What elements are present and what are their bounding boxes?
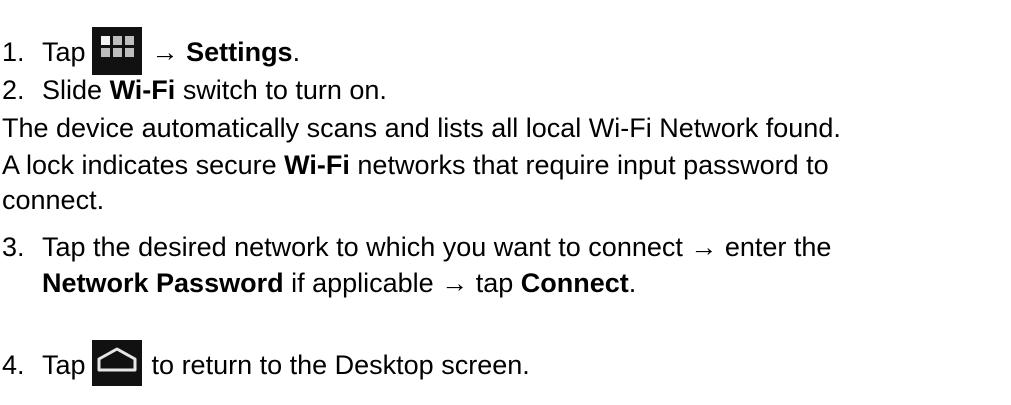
home-icon <box>91 340 142 386</box>
wifi-label: Wi-Fi <box>284 150 350 180</box>
step-3: 3. Tap the desired network to which you w… <box>2 232 832 262</box>
connect-label: Connect <box>520 268 629 298</box>
step-1: 1. Tap → Settings. <box>0 27 300 75</box>
paragraph-line-2: A lock indicates secure Wi-Fi networks t… <box>2 150 829 180</box>
step-4: 4. Tap to return to the Desktop screen. <box>0 340 530 386</box>
step-2: 2. Slide Wi-Fi switch to turn on. <box>2 75 387 105</box>
step-text: Tap <box>42 37 86 67</box>
network-password-label: Network Password <box>42 268 284 298</box>
paragraph-line-1: The device automatically scans and lists… <box>2 113 841 143</box>
step-number: 3. <box>2 232 25 262</box>
wifi-label: Wi-Fi <box>109 75 176 105</box>
step-number: 1. <box>2 37 25 67</box>
settings-label: Settings <box>186 37 293 67</box>
step-number: 4. <box>2 350 25 380</box>
instruction-page: 1. Tap → Settings. 2. Slide Wi-Fi switch to… <box>0 0 1011 405</box>
arrow: → <box>151 37 179 67</box>
paragraph-line-3: connect. <box>2 185 105 215</box>
step-number: 2. <box>2 75 25 105</box>
step-3-continued: Network Password if applicable → tap Con… <box>42 268 637 298</box>
apps-grid-icon <box>91 27 142 75</box>
